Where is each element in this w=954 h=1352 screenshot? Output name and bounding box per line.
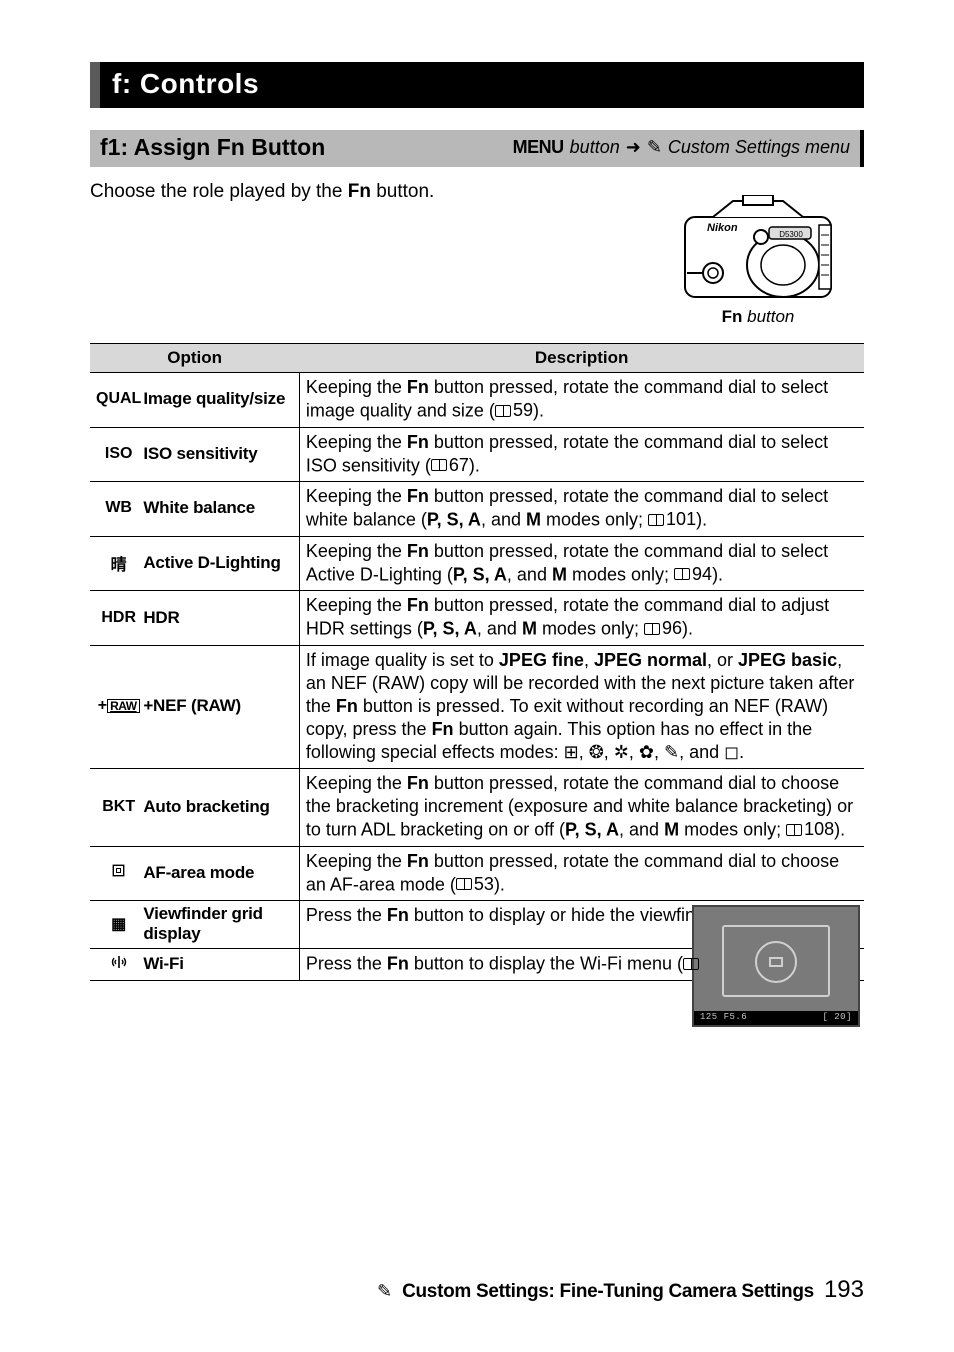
table-row: QUAL Image quality/size Keeping the Fn b… xyxy=(90,373,864,428)
menu-destination: Custom Settings menu xyxy=(668,137,850,158)
option-desc: Keeping the Fn button pressed, rotate th… xyxy=(299,846,864,901)
option-desc: Keeping the Fn button pressed, rotate th… xyxy=(299,536,864,591)
wifi-icon xyxy=(109,954,129,970)
special-effects-icons: ⊞, ❂, ✲, ✿, ✎ xyxy=(564,742,679,762)
option-icon-iso: ISO xyxy=(90,427,141,482)
pencil-icon: ✎ xyxy=(377,1281,392,1302)
option-name: White balance xyxy=(143,498,255,517)
camera-caption-bold: Fn xyxy=(722,307,743,326)
book-icon xyxy=(431,459,447,471)
svg-text:D5300: D5300 xyxy=(779,230,803,239)
camera-icon: D5300 Nikon xyxy=(683,195,833,305)
table-row: 晴 Active D-Lighting Keeping the Fn butto… xyxy=(90,536,864,591)
vf-lcd-right: [ 20] xyxy=(822,1012,852,1025)
table-header-row: Option Description xyxy=(90,344,864,373)
menu-keyword: MENU xyxy=(513,137,564,158)
section-header-bar: f: Controls xyxy=(90,62,864,108)
option-name: Wi-Fi xyxy=(143,954,183,973)
table-row: ISO ISO sensitivity Keeping the Fn butto… xyxy=(90,427,864,482)
option-name: +NEF (RAW) xyxy=(143,696,241,715)
intro-text-post: button. xyxy=(371,181,434,202)
book-icon xyxy=(648,514,664,526)
header-option: Option xyxy=(90,344,299,373)
option-icon-grid: ▦ xyxy=(90,901,141,949)
option-name: Viewfinder grid display xyxy=(143,904,263,943)
intro-fn-bold: Fn xyxy=(348,181,371,202)
book-icon xyxy=(683,958,699,970)
table-row: WB White balance Keeping the Fn button p… xyxy=(90,482,864,537)
book-icon xyxy=(495,405,511,417)
option-name: ISO sensitivity xyxy=(143,444,257,463)
subsection-header: f1: Assign Fn Button MENU button ➜ ✎ Cus… xyxy=(90,130,864,167)
option-name: AF-area mode xyxy=(143,863,254,882)
option-desc: Keeping the Fn button pressed, rotate th… xyxy=(299,427,864,482)
option-desc: Keeping the Fn button pressed, rotate th… xyxy=(299,769,864,847)
subsection-title: f1: Assign Fn Button xyxy=(100,134,325,161)
pencil-icon: ✎ xyxy=(647,137,662,158)
camera-caption: Fn button xyxy=(668,307,848,327)
camera-illustration: D5300 Nikon Fn button xyxy=(668,195,848,327)
table-row: +RAW +NEF (RAW) If image quality is set … xyxy=(90,645,864,768)
option-name: Active D-Lighting xyxy=(143,553,280,572)
table-row: BKT Auto bracketing Keeping the Fn butto… xyxy=(90,769,864,847)
page-footer: ✎ Custom Settings: Fine-Tuning Camera Se… xyxy=(377,1276,864,1304)
svg-text:Nikon: Nikon xyxy=(707,222,738,234)
option-desc: Press the Fn button to display or hide t… xyxy=(299,901,864,949)
table-row: ▦ Viewfinder grid display Press the Fn b… xyxy=(90,901,864,949)
option-desc: Keeping the Fn button pressed, rotate th… xyxy=(299,482,864,537)
header-description: Description xyxy=(299,344,864,373)
book-icon xyxy=(456,878,472,890)
option-icon-wb: WB xyxy=(90,482,141,537)
option-icon-qual: QUAL xyxy=(90,373,141,428)
option-name: Image quality/size xyxy=(143,389,285,408)
option-desc: Keeping the Fn button pressed, rotate th… xyxy=(299,591,864,646)
option-icon-nef: +RAW xyxy=(90,645,141,768)
options-table: Option Description QUAL Image quality/si… xyxy=(90,343,864,981)
af-area-icon xyxy=(116,868,121,873)
option-icon-bkt: BKT xyxy=(90,769,141,847)
raw-box-icon: RAW xyxy=(107,699,140,713)
vf-lcd-left: 125 F5.6 xyxy=(700,1012,747,1025)
option-desc: Keeping the Fn button pressed, rotate th… xyxy=(299,373,864,428)
intro-text-pre: Choose the role played by the xyxy=(90,181,348,202)
table-row: HDR HDR Keeping the Fn button pressed, r… xyxy=(90,591,864,646)
option-name: HDR xyxy=(143,608,179,627)
camera-caption-rest: button xyxy=(742,307,794,326)
option-icon-af xyxy=(90,846,141,901)
option-icon-wifi xyxy=(90,949,141,981)
menu-button-word: button xyxy=(570,137,620,158)
page-number: 193 xyxy=(824,1276,864,1304)
option-icon-hdr: HDR xyxy=(90,591,141,646)
book-icon xyxy=(674,568,690,580)
book-icon xyxy=(644,623,660,635)
option-desc: If image quality is set to JPEG fine, JP… xyxy=(299,645,864,768)
option-icon-adl: 晴 xyxy=(90,536,141,591)
arrow-icon: ➜ xyxy=(626,137,641,158)
viewfinder-thumbnail: 125 F5.6 [ 20] xyxy=(692,905,860,1027)
table-row: AF-area mode Keeping the Fn button press… xyxy=(90,846,864,901)
menu-path: MENU button ➜ ✎ Custom Settings menu xyxy=(513,137,850,158)
option-name: Auto bracketing xyxy=(143,797,269,816)
footer-text: Custom Settings: Fine-Tuning Camera Sett… xyxy=(402,1281,814,1303)
section-title: f: Controls xyxy=(112,68,852,100)
book-icon xyxy=(786,824,802,836)
